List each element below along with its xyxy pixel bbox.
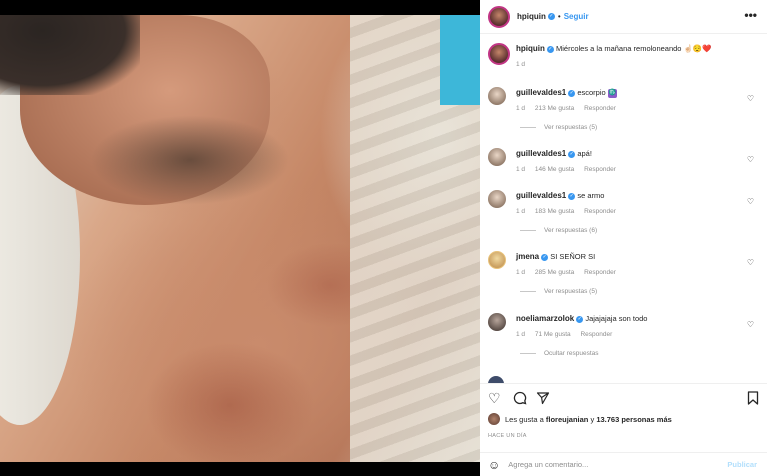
commenter-username[interactable]: jmena [516, 252, 539, 261]
replies-divider [520, 230, 536, 231]
likes-summary: Les gusta a floreujanian y 13.763 person… [488, 413, 672, 425]
hide-replies-label: Ocultar respuestas [544, 350, 599, 357]
like-heart-icon[interactable]: ♡ [488, 391, 501, 405]
commenter-avatar[interactable] [488, 148, 506, 166]
reply-button[interactable]: Responder [584, 105, 616, 112]
separator-dot: • [557, 12, 561, 21]
comment-text: escorpio [577, 88, 606, 97]
post-action-bar: ♡ [480, 383, 767, 413]
view-replies-label: Ver respuestas (6) [544, 227, 598, 234]
hide-replies-button[interactable]: Ocultar respuestas [520, 348, 647, 359]
post-timestamp[interactable]: HACE UN DÍA [488, 433, 527, 439]
emoji-picker-icon[interactable]: ☺ [488, 458, 500, 472]
likes-conjunction: y [590, 414, 595, 424]
like-comment-heart-icon[interactable]: ♡ [747, 155, 754, 164]
view-replies-button[interactable]: Ver respuestas (5) [520, 122, 624, 133]
comment-likes[interactable]: 71 Me gusta [535, 331, 571, 338]
follow-button[interactable]: Seguir [564, 12, 589, 21]
background-blue-patch [440, 15, 480, 105]
verified-badge-icon: ✓ [576, 315, 584, 323]
more-options-icon[interactable]: ••• [744, 8, 757, 22]
comment-likes[interactable]: 146 Me gusta [535, 166, 574, 173]
comment-text: se armo [577, 191, 605, 200]
commenter-username[interactable]: noeliamarzolok [516, 314, 574, 323]
like-comment-heart-icon[interactable]: ♡ [747, 258, 754, 267]
like-comment-heart-icon[interactable]: ♡ [747, 197, 754, 206]
share-send-icon[interactable] [536, 391, 550, 407]
view-replies-button[interactable]: Ver respuestas (6) [520, 225, 624, 236]
hair [0, 15, 140, 95]
comment-item: guillevaldes1 ✓ apá! 1 d 146 Me gusta Res… [488, 148, 758, 175]
likes-prefix: Les gusta a [505, 414, 544, 424]
caption: hpiquin ✓ Miércoles a la mañana remolonea… [488, 43, 712, 70]
replies-divider [520, 127, 536, 128]
caption-time: 1 d [516, 61, 526, 68]
comment-item: jmena ✓ SI SEÑOR SI 1 d 285 Me gusta Resp… [488, 251, 758, 297]
commenter-avatar[interactable] [488, 313, 506, 331]
commenter-username[interactable]: guillevaldes1 [516, 88, 566, 97]
comment-input[interactable] [508, 460, 709, 469]
reply-button[interactable]: Responder [584, 269, 616, 276]
post-header: hpiquin ✓ • Seguir ••• [480, 0, 767, 34]
comment-item: guillevaldes1 ✓ se armo 1 d 183 Me gusta … [488, 190, 758, 236]
commenter-username[interactable]: guillevaldes1 [516, 149, 566, 158]
comment-time[interactable]: 1 d [516, 331, 525, 338]
comment-time[interactable]: 1 d [516, 105, 525, 112]
comment-likes[interactable]: 183 Me gusta [535, 208, 574, 215]
comment-text: SI SEÑOR SI [550, 252, 596, 261]
commenter-username[interactable]: guillevaldes1 [516, 191, 566, 200]
comment-time[interactable]: 1 d [516, 269, 525, 276]
verified-badge-icon: ✓ [541, 253, 549, 261]
caption-username[interactable]: hpiquin [516, 44, 545, 53]
comment-bubble-icon[interactable] [513, 391, 527, 407]
caption-text: Miércoles a la mañana remoloneando ☝🏻😌❤️ [555, 44, 712, 53]
comment-item: guillevaldes1 ✓ escorpio ♏ 1 d 213 Me gus… [488, 87, 758, 133]
reply-button[interactable]: Responder [584, 166, 616, 173]
verified-badge-icon: ✓ [568, 89, 576, 97]
publish-button[interactable]: Publicar [727, 460, 757, 469]
replies-divider [520, 291, 536, 292]
comment-item: noeliamarzolok ✓ Jajajajaja son todo 1 d … [488, 313, 758, 359]
replies-divider [520, 353, 536, 354]
author-avatar[interactable] [488, 5, 510, 28]
add-comment-bar: ☺ Publicar [480, 452, 767, 476]
liker-avatar [488, 413, 500, 425]
verified-badge-icon: ✓ [547, 13, 555, 20]
verified-badge-icon: ✓ [568, 192, 576, 200]
reply-button[interactable]: Responder [580, 331, 612, 338]
beard [90, 115, 290, 205]
liker-username[interactable]: floreujanian [546, 415, 589, 424]
post-side-panel: hpiquin ✓ • Seguir ••• hpiquin ✓ Miércole… [480, 0, 767, 476]
scorpio-emoji-icon: ♏ [607, 88, 617, 98]
commenter-avatar[interactable] [488, 190, 506, 208]
comment-text: Jajajajaja son todo [585, 314, 648, 323]
comment-likes[interactable]: 213 Me gusta [535, 105, 574, 112]
reply-button[interactable]: Responder [584, 208, 616, 215]
comment-likes[interactable]: 285 Me gusta [535, 269, 574, 276]
comment-text: apá! [577, 149, 592, 158]
view-replies-button[interactable]: Ver respuestas (5) [520, 286, 624, 297]
instagram-post-modal: hpiquin ✓ • Seguir ••• hpiquin ✓ Miércole… [0, 0, 767, 476]
comment-time[interactable]: 1 d [516, 208, 525, 215]
commenter-avatar[interactable] [488, 87, 506, 105]
author-username[interactable]: hpiquin [517, 12, 546, 21]
verified-badge-icon: ✓ [568, 150, 576, 158]
view-replies-label: Ver respuestas (5) [544, 288, 598, 295]
commenter-avatar [488, 376, 504, 383]
partially-visible-comment [488, 376, 758, 383]
comments-list[interactable]: hpiquin ✓ Miércoles a la mañana remolonea… [480, 38, 767, 383]
caption-avatar[interactable] [488, 43, 510, 65]
like-comment-heart-icon[interactable]: ♡ [747, 94, 754, 103]
verified-badge-icon: ✓ [546, 45, 554, 53]
comment-time[interactable]: 1 d [516, 166, 525, 173]
view-replies-label: Ver respuestas (5) [544, 124, 598, 131]
commenter-avatar[interactable] [488, 251, 506, 269]
like-comment-heart-icon[interactable]: ♡ [747, 320, 754, 329]
likes-count[interactable]: 13.763 personas más [596, 415, 671, 424]
save-bookmark-icon[interactable] [747, 391, 759, 407]
post-photo[interactable] [0, 15, 480, 462]
